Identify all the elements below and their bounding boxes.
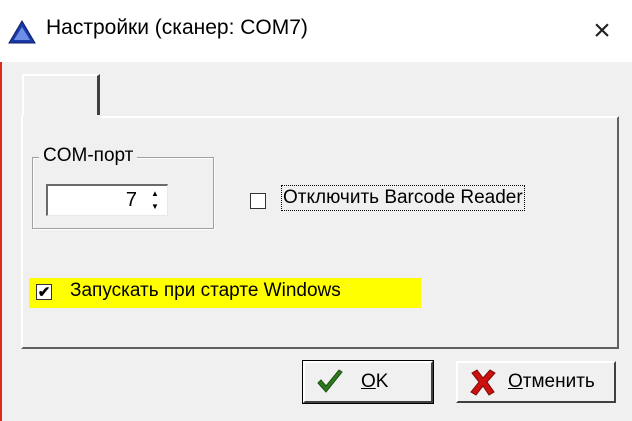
- com-port-group-label: COM-порт: [39, 145, 138, 167]
- checkbox-checkmark-icon: ✔: [37, 284, 51, 301]
- app-triangle-icon: [8, 20, 36, 44]
- window-title: Настройки (сканер: COM7): [46, 16, 308, 39]
- com-port-value[interactable]: 7: [126, 189, 137, 212]
- close-icon: ×: [593, 14, 611, 47]
- disable-barcode-checkbox[interactable]: [250, 193, 266, 209]
- window-frame-edge: [0, 62, 2, 421]
- cancel-button[interactable]: Отменить: [456, 361, 616, 403]
- tab-join: [23, 115, 101, 119]
- close-button[interactable]: ×: [572, 0, 632, 62]
- checkmark-icon: [317, 369, 343, 393]
- ok-button[interactable]: OK: [302, 360, 434, 404]
- autostart-checkbox[interactable]: ✔: [36, 284, 52, 301]
- disable-barcode-label[interactable]: Отключить Barcode Reader: [281, 185, 525, 211]
- ok-button-label: OK: [361, 371, 389, 392]
- spin-down-arrow-icon[interactable]: ▼: [145, 201, 165, 214]
- cancel-button-label: Отменить: [508, 371, 595, 392]
- spin-buttons: ▲ ▼: [145, 188, 165, 213]
- x-icon: [470, 369, 496, 396]
- tab-general[interactable]: [22, 74, 100, 118]
- title-bar: Настройки (сканер: COM7) ×: [0, 0, 632, 62]
- autostart-label[interactable]: Запускать при старте Windows: [70, 280, 341, 302]
- com-port-spin-edit[interactable]: 7 ▲ ▼: [46, 184, 168, 216]
- spin-up-arrow-icon[interactable]: ▲: [145, 188, 165, 201]
